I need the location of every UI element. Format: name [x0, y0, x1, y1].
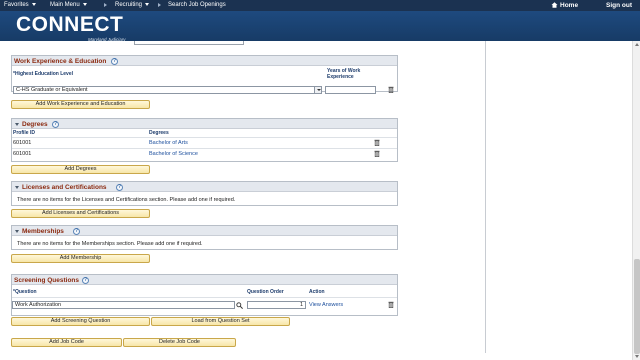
help-icon[interactable]: ? — [52, 120, 59, 128]
row-divider — [12, 297, 397, 298]
vertical-scrollbar[interactable] — [632, 41, 640, 360]
search-job-openings-link[interactable]: Search Job Openings — [168, 2, 226, 8]
breadcrumb-separator-icon — [158, 3, 161, 7]
add-licenses-button[interactable]: Add Licenses and Certifications — [11, 209, 150, 218]
chevron-down-icon — [145, 2, 150, 6]
section-header: Degrees ? — [12, 119, 397, 129]
add-screening-question-button[interactable]: Add Screening Question — [11, 317, 150, 326]
row-divider — [12, 148, 397, 149]
add-work-experience-button[interactable]: Add Work Experience and Education — [11, 100, 150, 109]
trash-icon[interactable] — [374, 139, 380, 146]
header-banner: CONNECT Maryland Judiciary — [0, 11, 640, 42]
sign-out-link[interactable]: Sign out — [606, 2, 632, 9]
work-experience-section: Work Experience & Education ? *Highest E… — [11, 55, 398, 94]
section-header: Memberships ? — [12, 226, 397, 236]
memberships-section: Memberships ? There are no items for the… — [11, 225, 398, 250]
question-order-input[interactable]: 1 — [247, 301, 306, 309]
degree-link[interactable]: Bachelor of Science — [149, 151, 198, 157]
home-label: Home — [560, 2, 579, 9]
search-icon[interactable] — [236, 302, 243, 309]
recruiting-label: Recruiting — [115, 2, 143, 8]
help-icon[interactable]: ? — [111, 57, 118, 65]
section-header: Licenses and Certifications ? — [12, 182, 397, 192]
trash-icon[interactable] — [388, 301, 394, 308]
scroll-down-arrow-icon[interactable] — [635, 355, 639, 358]
scroll-up-arrow-icon[interactable] — [635, 43, 639, 46]
empty-section-message: There are no items for the Licenses and … — [17, 197, 236, 203]
col-header-action: Action — [309, 289, 325, 295]
scrollbar-thumb[interactable] — [634, 259, 640, 354]
section-title: Work Experience & Education — [14, 57, 107, 65]
page-content: Work Experience & Education ? *Highest E… — [0, 41, 632, 360]
trash-icon[interactable] — [388, 86, 394, 93]
section-header: Screening Questions ? — [12, 275, 397, 285]
trash-icon[interactable] — [374, 150, 380, 157]
empty-section-message: There are no items for the Memberships s… — [17, 241, 203, 247]
chevron-down-icon — [31, 2, 36, 6]
question-value: Work Authorization — [15, 302, 62, 308]
recruiting-menu[interactable]: Recruiting — [115, 2, 150, 8]
screening-questions-section: Screening Questions ? *Question Question… — [11, 274, 398, 316]
section-header: Work Experience & Education ? — [12, 56, 397, 66]
section-title: Memberships — [22, 227, 64, 235]
licenses-section: Licenses and Certifications ? There are … — [11, 181, 398, 206]
degrees-section: Degrees ? Profile ID Degrees 601001 Bach… — [11, 118, 398, 162]
col-header-question-order: Question Order — [247, 289, 284, 295]
col-header-profile-id: Profile ID — [13, 130, 35, 136]
section-title: Licenses and Certifications — [22, 183, 107, 191]
years-experience-input[interactable] — [325, 86, 376, 94]
education-level-select[interactable]: C-HS Graduate or Equivalent — [13, 86, 322, 94]
load-from-question-set-button[interactable]: Load from Question Set — [151, 317, 290, 326]
home-link[interactable]: Home — [551, 2, 579, 9]
add-job-code-button[interactable]: Add Job Code — [11, 338, 122, 347]
dropdown-arrow-icon — [314, 87, 321, 93]
add-degrees-button[interactable]: Add Degrees — [11, 165, 150, 174]
row-divider — [12, 137, 397, 138]
partial-input-field[interactable] — [134, 41, 244, 45]
degree-profile-id: 601001 — [13, 140, 32, 146]
question-order-value: 1 — [299, 302, 303, 308]
home-icon — [551, 2, 558, 8]
degree-link[interactable]: Bachelor of Arts — [149, 140, 188, 146]
favorites-label: Favorites — [4, 2, 29, 8]
help-icon[interactable]: ? — [116, 183, 123, 191]
breadcrumb-separator-icon — [104, 3, 107, 7]
help-icon[interactable]: ? — [73, 227, 80, 235]
degree-profile-id: 601001 — [13, 151, 32, 157]
main-menu-label: Main Menu — [50, 2, 80, 8]
col-header-years: Years of Work Experience — [327, 68, 361, 80]
question-input[interactable]: Work Authorization — [12, 301, 235, 309]
col-header-degrees: Degrees — [149, 130, 169, 136]
col-header-education: *Highest Education Level — [13, 71, 74, 77]
connect-logo: CONNECT — [16, 13, 124, 36]
education-level-value: C-HS Graduate or Equivalent — [16, 87, 88, 93]
help-icon[interactable]: ? — [82, 276, 89, 284]
main-menu[interactable]: Main Menu — [50, 2, 87, 8]
delete-job-code-button[interactable]: Delete Job Code — [123, 338, 236, 347]
favorites-menu[interactable]: Favorites — [4, 2, 36, 8]
chevron-down-icon — [82, 2, 87, 6]
add-membership-button[interactable]: Add Membership — [11, 254, 150, 263]
top-nav-bar: Favorites Main Menu Recruiting Search Jo… — [0, 0, 640, 11]
collapse-triangle-icon[interactable] — [15, 122, 19, 126]
collapse-triangle-icon[interactable] — [15, 229, 19, 233]
view-answers-link[interactable]: View Answers — [309, 302, 343, 308]
section-title: Screening Questions — [14, 276, 80, 284]
collapse-triangle-icon[interactable] — [15, 185, 19, 189]
section-title: Degrees — [22, 120, 48, 128]
col-header-question: *Question — [13, 289, 37, 295]
